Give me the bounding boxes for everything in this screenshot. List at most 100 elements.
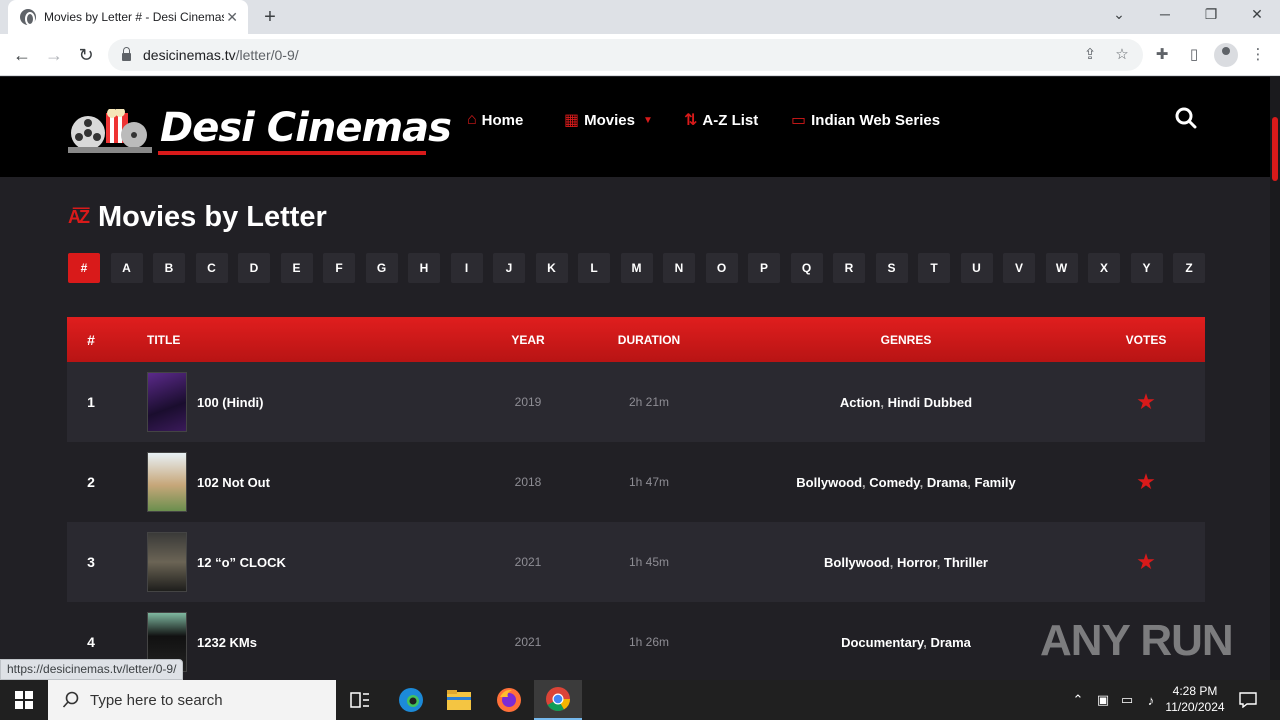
genre-link[interactable]: Hindi Dubbed xyxy=(888,395,973,410)
tab-close-icon[interactable]: ✕ xyxy=(226,9,238,26)
letter-filter-b[interactable]: B xyxy=(153,253,185,283)
minimize-icon[interactable]: ─ xyxy=(1153,6,1177,22)
tray-overflow-icon[interactable]: ⌃ xyxy=(1068,680,1088,720)
movie-title-cell[interactable]: 100 (Hindi) xyxy=(115,372,483,432)
genre-link[interactable]: Drama xyxy=(930,635,970,650)
genre-link[interactable]: Action xyxy=(840,395,880,410)
movie-year: 2021 xyxy=(514,555,542,569)
share-icon[interactable]: ⇪ xyxy=(1079,44,1101,66)
letter-filter-u[interactable]: U xyxy=(960,253,993,283)
letter-filter-g[interactable]: G xyxy=(365,253,398,283)
page-scrollbar[interactable] xyxy=(1270,77,1280,680)
movie-title-link[interactable]: 100 (Hindi) xyxy=(197,395,263,410)
taskbar-search-box[interactable]: Type here to search xyxy=(48,680,336,720)
letter-filter-y[interactable]: Y xyxy=(1130,253,1163,283)
letter-filter-o[interactable]: O xyxy=(705,253,738,283)
genre-link[interactable]: Thriller xyxy=(944,555,988,570)
letter-filter-n[interactable]: N xyxy=(663,253,695,283)
letter-filter-j[interactable]: J xyxy=(493,253,525,283)
scrollbar-thumb[interactable] xyxy=(1272,117,1278,181)
search-icon[interactable] xyxy=(1173,105,1199,131)
letter-filter-l[interactable]: L xyxy=(578,253,610,283)
movie-poster-image[interactable] xyxy=(147,452,187,512)
taskbar-clock[interactable]: 4:28 PM 11/20/2024 xyxy=(1160,683,1230,715)
side-panel-icon[interactable]: ▯ xyxy=(1182,43,1206,67)
edge-icon[interactable] xyxy=(387,680,435,720)
movie-title-link[interactable]: 1232 KMs xyxy=(197,635,257,650)
watermark-text: ANY RUN xyxy=(1040,616,1234,665)
volume-icon[interactable]: ♪ xyxy=(1141,680,1161,720)
genre-link[interactable]: Comedy xyxy=(869,475,919,490)
letter-filter-a[interactable]: A xyxy=(110,253,143,283)
new-tab-button[interactable]: + xyxy=(258,6,282,29)
letter-filter-v[interactable]: V xyxy=(1003,253,1035,283)
nav-home[interactable]: ⌂ Home xyxy=(467,108,523,132)
firefox-icon[interactable] xyxy=(485,680,533,720)
vote-star-icon[interactable]: ★ xyxy=(1087,389,1205,415)
header-votes: VOTES xyxy=(1125,332,1167,347)
movie-title-cell[interactable]: 12 “o” CLOCK xyxy=(115,532,483,592)
genre-link[interactable]: Bollywood xyxy=(824,555,890,570)
letter-filter-c[interactable]: C xyxy=(195,253,228,283)
row-number: 4 xyxy=(87,634,95,650)
movie-duration: 1h 47m xyxy=(628,475,670,489)
nav-movies[interactable]: ▦ Movies ▼ xyxy=(564,108,653,132)
genre-link[interactable]: Horror xyxy=(897,555,937,570)
file-explorer-icon[interactable] xyxy=(435,680,483,720)
letter-filter-hash[interactable]: # xyxy=(68,253,100,283)
chrome-icon[interactable] xyxy=(534,680,582,720)
start-button[interactable] xyxy=(0,680,48,720)
extensions-icon[interactable]: ✚ xyxy=(1150,43,1174,67)
letter-filter-i[interactable]: I xyxy=(450,253,483,283)
restore-icon[interactable]: ❐ xyxy=(1199,6,1223,23)
letter-filter-r[interactable]: R xyxy=(833,253,865,283)
letter-filter-s[interactable]: S xyxy=(875,253,908,283)
header-year: YEAR xyxy=(511,332,545,347)
genre-link[interactable]: Documentary xyxy=(841,635,923,650)
network-icon[interactable]: ▭ xyxy=(1117,680,1137,720)
site-logo[interactable]: Desi Cinemas xyxy=(68,97,452,159)
letter-filter-h[interactable]: H xyxy=(408,253,440,283)
letter-filter-w[interactable]: W xyxy=(1045,253,1078,283)
movie-title-cell[interactable]: 102 Not Out xyxy=(115,452,483,512)
profile-avatar[interactable] xyxy=(1214,43,1238,67)
notifications-icon[interactable] xyxy=(1236,680,1260,720)
browser-tab[interactable]: Movies by Letter # - Desi Cinemas ✕ xyxy=(8,0,248,34)
movie-poster-image[interactable] xyxy=(147,372,187,432)
movie-poster-image[interactable] xyxy=(147,532,187,592)
letter-filter-p[interactable]: P xyxy=(748,253,780,283)
letter-filter-t[interactable]: T xyxy=(918,253,950,283)
movie-title-link[interactable]: 102 Not Out xyxy=(197,475,270,490)
genre-link[interactable]: Family xyxy=(975,475,1016,490)
reload-icon[interactable]: ↻ xyxy=(74,43,98,67)
address-bar[interactable]: desicinemas.tv/letter/0-9/ xyxy=(108,39,1143,71)
nav-web-series[interactable]: ▭ Indian Web Series xyxy=(791,108,940,132)
row-number: 1 xyxy=(87,394,95,410)
task-view-icon[interactable] xyxy=(336,680,384,720)
nav-az-list[interactable]: ⇅ A-Z List xyxy=(684,108,758,132)
meet-now-icon[interactable]: ▣ xyxy=(1093,680,1113,720)
letter-filter-z[interactable]: Z xyxy=(1173,253,1205,283)
genre-separator: , xyxy=(967,474,975,490)
tab-search-icon[interactable]: ⌄ xyxy=(1107,6,1131,23)
genre-link[interactable]: Drama xyxy=(927,475,967,490)
letter-filter-k[interactable]: K xyxy=(535,253,568,283)
menu-kebab-icon[interactable]: ⋮ xyxy=(1246,43,1270,67)
movie-title-link[interactable]: 12 “o” CLOCK xyxy=(197,555,286,570)
windows-logo-icon xyxy=(15,691,33,709)
back-icon[interactable]: ← xyxy=(10,43,34,67)
forward-icon[interactable]: → xyxy=(42,43,66,67)
bookmark-star-icon[interactable]: ☆ xyxy=(1111,44,1133,66)
vote-star-icon[interactable]: ★ xyxy=(1087,549,1205,575)
letter-filter-q[interactable]: Q xyxy=(790,253,823,283)
genre-link[interactable]: Bollywood xyxy=(796,475,862,490)
lock-icon[interactable] xyxy=(122,47,131,61)
home-icon: ⌂ xyxy=(467,111,477,128)
close-window-icon[interactable]: ✕ xyxy=(1245,6,1269,23)
letter-filter-e[interactable]: E xyxy=(280,253,313,283)
vote-star-icon[interactable]: ★ xyxy=(1087,469,1205,495)
letter-filter-m[interactable]: M xyxy=(620,253,653,283)
letter-filter-f[interactable]: F xyxy=(323,253,355,283)
letter-filter-d[interactable]: D xyxy=(238,253,270,283)
letter-filter-x[interactable]: X xyxy=(1088,253,1120,283)
